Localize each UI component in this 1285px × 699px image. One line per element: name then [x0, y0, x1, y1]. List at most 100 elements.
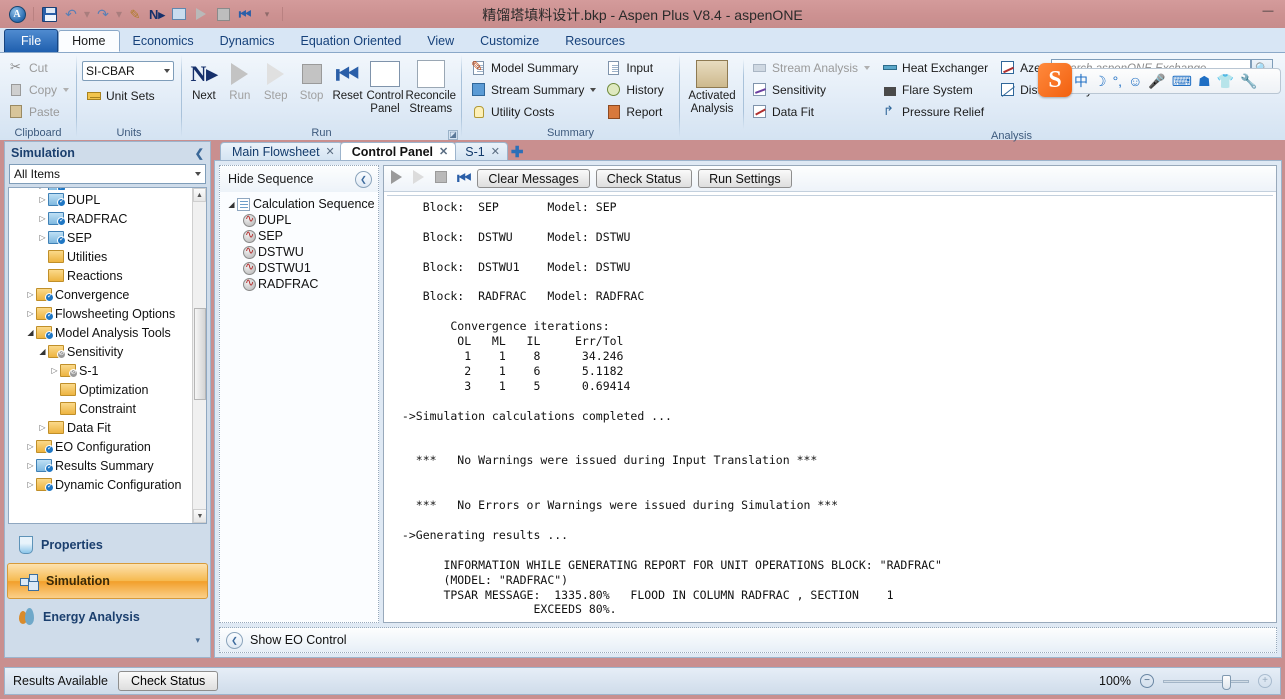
redo-menu-icon[interactable]: ▾: [115, 4, 123, 24]
input-button[interactable]: Input: [602, 57, 667, 79]
run-icon[interactable]: [191, 4, 211, 24]
crescent-icon[interactable]: ☽: [1094, 74, 1107, 88]
undo-menu-icon[interactable]: ▾: [83, 4, 91, 24]
voice-input-icon[interactable]: 🎤: [1148, 74, 1165, 88]
tab-dynamics[interactable]: Dynamics: [207, 30, 288, 52]
tab-home[interactable]: Home: [58, 30, 120, 52]
customize-qat-icon[interactable]: ▾: [257, 4, 277, 24]
status-check-status-button[interactable]: Check Status: [117, 671, 219, 691]
chevron-left-icon[interactable]: ❮: [355, 170, 372, 188]
heat-exchanger-button[interactable]: Heat Exchanger: [878, 57, 992, 79]
tree-item-model-analysis-tools[interactable]: ◢ Model Analysis Tools: [9, 323, 206, 342]
expander-icon[interactable]: ◢: [25, 328, 36, 337]
tree-item-reactions[interactable]: Reactions: [9, 266, 206, 285]
check-status-button[interactable]: Check Status: [595, 169, 693, 188]
stop-icon[interactable]: [213, 4, 233, 24]
tab-file[interactable]: File: [4, 29, 59, 52]
close-icon[interactable]: ✕: [439, 145, 448, 158]
reconcile-streams-button[interactable]: Reconcile Streams: [406, 57, 456, 115]
mode-overflow-icon[interactable]: ▾: [5, 635, 210, 646]
tree-item-dynamic-configuration[interactable]: ▷ Dynamic Configuration: [9, 475, 206, 494]
sequence-root[interactable]: ◢ Calculation Sequence: [226, 196, 378, 212]
tree-item-convergence[interactable]: ▷ Convergence: [9, 285, 206, 304]
utility-costs-button[interactable]: Utility Costs: [467, 101, 600, 123]
scroll-down-icon[interactable]: ▼: [193, 509, 206, 523]
undo-icon[interactable]: ↶: [61, 4, 81, 24]
unit-sets-button[interactable]: Unit Sets: [82, 85, 159, 107]
stop-icon[interactable]: [435, 171, 451, 186]
tab-control-panel[interactable]: Control Panel ✕: [339, 142, 457, 160]
tree-item-dupl[interactable]: ▷ DUPL: [9, 190, 206, 209]
next-button[interactable]: N▸ Next: [187, 57, 221, 103]
report-button[interactable]: Report: [602, 101, 667, 123]
tree-item-radfrac[interactable]: ▷ RADFRAC: [9, 209, 206, 228]
sequence-block-dstwu1[interactable]: DSTWU1: [226, 260, 378, 276]
paste-button[interactable]: Paste: [5, 101, 64, 123]
scroll-up-icon[interactable]: ▲: [193, 188, 206, 202]
tab-view[interactable]: View: [414, 30, 467, 52]
run-settings-button[interactable]: Run Settings: [698, 169, 792, 188]
expander-icon[interactable]: ▷: [37, 214, 48, 223]
expander-icon[interactable]: ◢: [37, 347, 48, 356]
stream-summary-button[interactable]: Stream Summary: [467, 79, 600, 101]
data-fit-button[interactable]: Data Fit: [748, 101, 874, 123]
activated-analysis-button[interactable]: Activated Analysis: [685, 57, 739, 115]
tab-equation-oriented[interactable]: Equation Oriented: [288, 30, 415, 52]
sequence-block-sep[interactable]: SEP: [226, 228, 378, 244]
history-button[interactable]: History: [602, 79, 667, 101]
tree-item-data-fit[interactable]: ▷ Data Fit: [9, 418, 206, 437]
tab-main-flowsheet[interactable]: Main Flowsheet ✕: [220, 142, 343, 160]
minus-circle-icon[interactable]: −: [1140, 674, 1154, 688]
tree-item-optimization[interactable]: Optimization: [9, 380, 206, 399]
chevron-left-icon[interactable]: ❮: [195, 147, 204, 160]
redo-icon[interactable]: ↷: [93, 4, 113, 24]
chevron-up-icon[interactable]: ❮: [226, 631, 243, 649]
tree-item-sep[interactable]: ▷ SEP: [9, 228, 206, 247]
scrollbar-thumb[interactable]: [194, 308, 206, 400]
tree-item-results-summary[interactable]: ▷ Results Summary: [9, 456, 206, 475]
reinitialize-icon[interactable]: ⏮: [457, 170, 471, 188]
next-input-icon[interactable]: ✎: [125, 4, 145, 24]
step-button[interactable]: Step: [259, 57, 293, 102]
reset-button[interactable]: ⏮ Reset: [331, 57, 365, 102]
flare-system-button[interactable]: Flare System: [878, 79, 992, 101]
sequence-block-radfrac[interactable]: RADFRAC: [226, 276, 378, 292]
mode-simulation[interactable]: Simulation: [7, 563, 208, 599]
ime-toolbar[interactable]: S 中 ☽ °, ☺ 🎤 ⌨ ☗ 👕 🔧: [1038, 63, 1281, 97]
plus-circle-icon[interactable]: +: [1258, 674, 1272, 688]
next-icon[interactable]: N▸: [147, 4, 167, 24]
save-icon[interactable]: [39, 4, 59, 24]
punctuation-icon[interactable]: °,: [1113, 74, 1123, 88]
run-dialog-launcher[interactable]: ◪: [448, 130, 458, 140]
zoom-slider-thumb[interactable]: [1222, 674, 1231, 690]
stream-analysis-button[interactable]: Stream Analysis: [748, 57, 874, 79]
zoom-slider[interactable]: [1163, 674, 1249, 690]
cut-button[interactable]: Cut: [5, 57, 52, 79]
tree-item-s-1[interactable]: ▷ S-1: [9, 361, 206, 380]
expander-icon[interactable]: ▷: [25, 442, 36, 451]
clear-messages-button[interactable]: Clear Messages: [477, 169, 590, 188]
close-icon[interactable]: ✕: [326, 145, 335, 158]
model-summary-button[interactable]: Model Summary: [467, 57, 600, 79]
expander-icon[interactable]: ▷: [25, 290, 36, 299]
tree-item-utilities[interactable]: Utilities: [9, 247, 206, 266]
sensitivity-button[interactable]: Sensitivity: [748, 79, 874, 101]
run-button[interactable]: Run: [223, 57, 257, 102]
tree-item-flowsheeting-options[interactable]: ▷ Flowsheeting Options: [9, 304, 206, 323]
all-items-select[interactable]: All Items: [9, 164, 206, 184]
emoji-icon[interactable]: ☺: [1128, 74, 1142, 88]
navigation-scrollbar[interactable]: ▲ ▼: [192, 188, 206, 523]
mode-energy-analysis[interactable]: Energy Analysis: [7, 599, 208, 635]
run-icon[interactable]: [391, 170, 407, 187]
stop-button[interactable]: Stop: [295, 57, 329, 102]
navigation-tree[interactable]: ▷ ▷ DUPL ▷ RADFRAC ▷ SEP Utilities Reactions ▷ Con…: [8, 187, 207, 524]
pressure-relief-button[interactable]: Pressure Relief: [878, 101, 992, 123]
control-panel-button[interactable]: Control Panel: [366, 57, 404, 115]
tab-resources[interactable]: Resources: [552, 30, 638, 52]
plus-icon[interactable]: ✚: [511, 145, 524, 160]
expander-icon[interactable]: ◢: [226, 200, 237, 209]
expander-icon[interactable]: ▷: [25, 480, 36, 489]
copy-button[interactable]: Copy: [5, 79, 73, 101]
expander-icon[interactable]: ▷: [37, 423, 48, 432]
sogou-logo-icon[interactable]: S: [1038, 63, 1072, 97]
